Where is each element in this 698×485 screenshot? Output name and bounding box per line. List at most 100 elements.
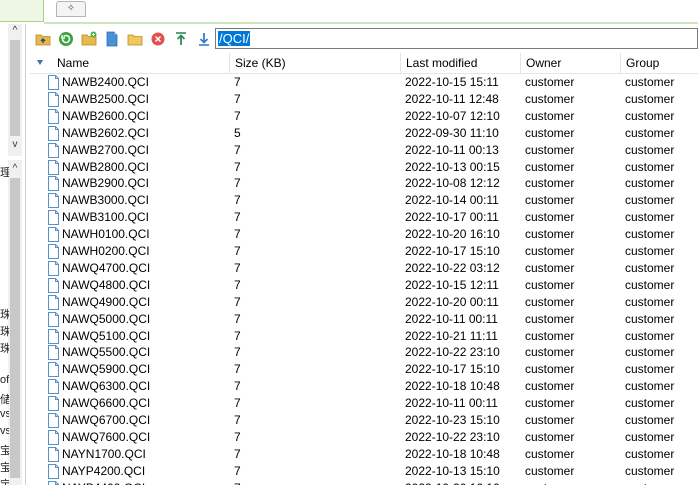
file-row[interactable]: NAYP4400.QCI 7 2022-10-20 16:10 customer cus… — [30, 480, 698, 485]
file-row[interactable]: NAWB2900.QCI 7 2022-10-08 12:12 customer cus… — [30, 175, 698, 192]
file-modified: 2022-10-18 10:48 — [405, 379, 500, 394]
parent-folder-button[interactable] — [34, 30, 52, 48]
file-size: 7 — [234, 176, 241, 191]
file-name: NAWB3100.QCI — [62, 210, 149, 225]
file-owner: customer — [525, 142, 575, 157]
file-row[interactable]: NAWQ6300.QCI 7 2022-10-18 10:48 customer cus… — [30, 378, 698, 395]
download-button[interactable] — [195, 30, 213, 48]
refresh-icon — [59, 32, 73, 46]
active-tab[interactable] — [0, 0, 44, 22]
file-row[interactable]: NAWQ6700.QCI 7 2022-10-23 15:10 customer cus… — [30, 412, 698, 429]
file-row[interactable]: NAWQ7600.QCI 7 2022-10-22 23:10 customer cus… — [30, 429, 698, 446]
file-icon — [48, 142, 59, 158]
file-owner: customer — [525, 244, 575, 258]
file-row[interactable]: NAWQ5500.QCI 7 2022-10-22 23:10 customer cus… — [30, 344, 698, 361]
file-group: customer — [625, 362, 675, 377]
column-header-last-modified[interactable]: Last modified — [401, 53, 521, 74]
file-row[interactable]: NAYN1700.QCI 7 2022-10-18 10:48 customer cus… — [30, 446, 698, 463]
file-icon — [48, 260, 59, 276]
file-row[interactable]: NAWQ4700.QCI 7 2022-10-22 03:12 customer cus… — [30, 260, 698, 277]
file-modified: 2022-10-08 12:12 — [405, 176, 500, 191]
new-file-button[interactable] — [103, 30, 121, 48]
file-row[interactable]: NAWQ5900.QCI 7 2022-10-17 15:10 customer cus… — [30, 361, 698, 378]
file-owner: customer — [525, 362, 575, 377]
file-row[interactable]: NAWB2400.QCI 7 2022-10-15 15:11 customer cus… — [30, 74, 698, 91]
new-folder-icon — [81, 31, 97, 46]
scrollbar-thumb[interactable] — [10, 178, 20, 478]
column-header-owner[interactable]: Owner — [521, 53, 621, 74]
file-group: customer — [625, 75, 675, 89]
column-label: Name — [57, 56, 90, 70]
column-label: Owner — [526, 56, 562, 70]
file-name: NAWB2400.QCI — [62, 75, 149, 89]
scroll-up-arrow[interactable]: ^ — [8, 162, 22, 176]
file-row[interactable]: NAWQ5100.QCI 7 2022-10-21 11:11 customer cus… — [30, 328, 698, 345]
file-size: 7 — [234, 91, 241, 106]
file-owner: customer — [525, 463, 575, 478]
file-group: customer — [625, 159, 675, 174]
file-owner: customer — [525, 294, 575, 309]
truncated-text: 宝 — [0, 445, 9, 457]
file-icon — [48, 244, 59, 259]
upload-button[interactable] — [172, 30, 190, 48]
file-modified: 2022-10-22 03:12 — [405, 260, 500, 275]
truncated-text: 珠 — [0, 309, 9, 321]
file-row[interactable]: NAWB2500.QCI 7 2022-10-11 12:48 customer cus… — [30, 91, 698, 108]
file-list-header: Name Size (KB) Last modified Owner Group — [30, 53, 698, 74]
path-input[interactable]: /QCI/ — [215, 28, 698, 49]
file-row[interactable]: NAWB2700.QCI 7 2022-10-11 00:13 customer cus… — [30, 142, 698, 159]
file-modified: 2022-10-11 00:11 — [405, 396, 498, 411]
file-row[interactable]: NAWQ4800.QCI 7 2022-10-15 12:11 customer cus… — [30, 277, 698, 294]
file-row[interactable]: NAWQ4900.QCI 7 2022-10-20 00:11 customer cus… — [30, 294, 698, 311]
file-size: 7 — [234, 159, 241, 174]
path-selection: /QCI/ — [218, 31, 251, 46]
file-icon — [48, 328, 59, 344]
file-row[interactable]: NAWB2800.QCI 7 2022-10-13 00:15 customer cus… — [30, 159, 698, 176]
column-label: Size (KB) — [235, 56, 286, 70]
delete-button[interactable] — [149, 30, 167, 48]
truncated-text: 珠 — [0, 326, 9, 338]
column-header-size[interactable]: Size (KB) — [230, 53, 401, 74]
file-row[interactable]: NAYP4200.QCI 7 2022-10-13 15:10 customer cus… — [30, 463, 698, 480]
scroll-down-arrow[interactable]: v — [8, 138, 22, 152]
file-row[interactable]: NAWQ5000.QCI 7 2022-10-11 00:11 customer cus… — [30, 311, 698, 328]
column-header-group[interactable]: Group — [621, 53, 698, 74]
file-size: 7 — [234, 396, 241, 411]
column-header-name[interactable]: Name — [30, 53, 230, 74]
file-modified: 2022-10-11 00:13 — [405, 142, 499, 157]
lower-vertical-scrollbar[interactable]: ^ — [8, 160, 22, 485]
new-tab-button[interactable]: ✧ — [56, 1, 86, 17]
refresh-button[interactable] — [57, 30, 75, 48]
file-row[interactable]: NAWB2600.QCI 7 2022-10-07 12:10 customer cus… — [30, 108, 698, 125]
file-row[interactable]: NAWH0100.QCI 7 2022-10-20 16:10 customer cus… — [30, 226, 698, 243]
file-row[interactable]: NAWQ6600.QCI 7 2022-10-11 00:11 customer cus… — [30, 395, 698, 412]
upper-vertical-scrollbar[interactable]: ^ v — [8, 24, 22, 156]
file-name: NAWB2600.QCI — [62, 108, 149, 123]
file-icon — [48, 480, 59, 485]
file-modified: 2022-10-13 15:10 — [405, 463, 500, 478]
file-row[interactable]: NAWB3100.QCI 7 2022-10-17 00:11 customer cus… — [30, 209, 698, 226]
file-name: NAWQ6600.QCI — [62, 396, 151, 411]
file-name: NAWQ5500.QCI — [62, 345, 151, 360]
file-name: NAWQ5100.QCI — [62, 328, 151, 343]
file-row[interactable]: NAWB3000.QCI 7 2022-10-14 00:11 customer cus… — [30, 192, 698, 209]
file-modified: 2022-10-17 15:10 — [405, 244, 500, 258]
tab-strip: ✧ — [0, 0, 698, 24]
file-name: NAWB2602.QCI — [62, 125, 149, 140]
file-size: 7 — [234, 480, 241, 485]
open-folder-button[interactable] — [126, 30, 144, 48]
file-modified: 2022-10-20 16:10 — [405, 227, 500, 242]
file-row[interactable]: NAWB2602.QCI 5 2022-09-30 11:10 customer cus… — [30, 125, 698, 142]
new-folder-button[interactable] — [80, 30, 98, 48]
new-file-icon — [106, 31, 118, 47]
scrollbar-thumb[interactable] — [10, 40, 20, 136]
scroll-up-arrow[interactable]: ^ — [8, 24, 22, 38]
file-owner: customer — [525, 379, 575, 394]
file-group: customer — [625, 379, 675, 394]
file-row[interactable]: NAWH0200.QCI 7 2022-10-17 15:10 customer cus… — [30, 243, 698, 260]
delete-icon — [151, 32, 165, 46]
file-owner: customer — [525, 396, 575, 411]
file-size: 5 — [234, 125, 241, 140]
file-group: customer — [625, 277, 675, 292]
file-name: NAWQ6700.QCI — [62, 413, 151, 427]
